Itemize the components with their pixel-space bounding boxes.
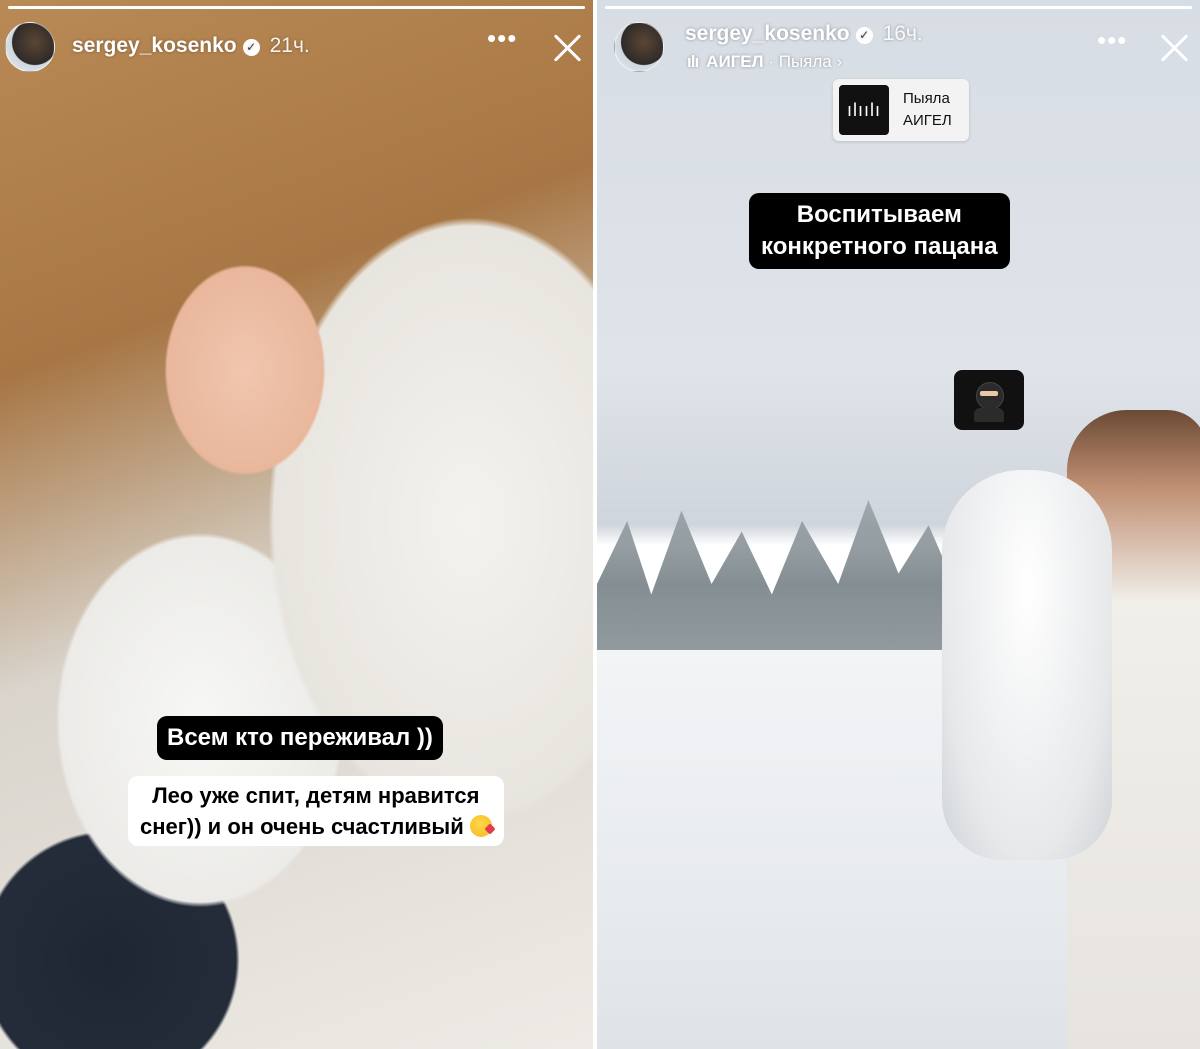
username[interactable]: sergey_kosenko	[72, 34, 237, 57]
music-artist: АИГЕЛ	[706, 52, 764, 71]
story-header: sergey_kosenko ✓ 21ч. •••	[0, 18, 593, 78]
music-sticker-artist: АИГЕЛ	[903, 112, 952, 129]
caption-sticker: Воспитываем конкретного пацана	[749, 193, 1010, 269]
post-time: 16ч.	[882, 22, 923, 45]
username[interactable]: sergey_kosenko	[685, 22, 850, 45]
story-panel-left[interactable]: sergey_kosenko ✓ 21ч. ••• Всем кто пережив…	[0, 0, 593, 1049]
story-panel-right[interactable]: sergey_kosenko ✓ 16ч. ılı АИГЕЛ · Пыяла › •…	[597, 0, 1200, 1049]
close-icon[interactable]	[1157, 30, 1193, 66]
caption-text: конкретного пацана	[761, 233, 998, 260]
verified-badge-icon: ✓	[855, 27, 873, 44]
ninja-icon	[954, 370, 1024, 430]
caption-sticker: Лео уже спит, детям нравится снег)) и он…	[128, 776, 504, 846]
music-track: Пыяла	[778, 52, 832, 71]
music-sticker-title: Пыяла	[903, 90, 950, 107]
close-icon[interactable]	[550, 30, 586, 66]
chevron-right-icon: ›	[836, 52, 843, 71]
caption-text: снег)) и он очень счастливый	[140, 814, 464, 839]
verified-badge-icon: ✓	[242, 39, 260, 56]
story-progress-bar	[605, 6, 1192, 9]
child-in-bear-suit	[942, 470, 1112, 860]
more-options-icon[interactable]: •••	[487, 25, 517, 51]
avatar[interactable]	[614, 22, 664, 72]
post-time: 21ч.	[269, 34, 310, 57]
more-options-icon[interactable]: •••	[1097, 27, 1127, 53]
audio-bars-icon: ılı	[687, 52, 699, 71]
caption-sticker: Всем кто переживал ))	[157, 716, 443, 760]
story-header: sergey_kosenko ✓ 16ч. ılı АИГЕЛ · Пыяла › •…	[597, 18, 1200, 78]
album-art-waveform-icon: ılıılı	[839, 85, 889, 135]
caption-text: Всем кто переживал ))	[167, 724, 433, 751]
username-row[interactable]: sergey_kosenko ✓ 21ч.	[72, 34, 310, 58]
username-row[interactable]: sergey_kosenko ✓ 16ч.	[685, 22, 923, 46]
story-photo-baby	[0, 0, 593, 1049]
caption-text: Воспитываем	[796, 201, 962, 228]
story-progress-bar	[8, 6, 585, 9]
caption-text: Лео уже спит, детям нравится	[152, 783, 480, 808]
kissing-face-emoji-icon	[469, 815, 492, 837]
avatar[interactable]	[5, 22, 55, 72]
music-sticker[interactable]: ılıılı Пыяла АИГЕЛ	[833, 79, 969, 141]
music-attribution[interactable]: ılı АИГЕЛ · Пыяла ›	[687, 52, 842, 72]
